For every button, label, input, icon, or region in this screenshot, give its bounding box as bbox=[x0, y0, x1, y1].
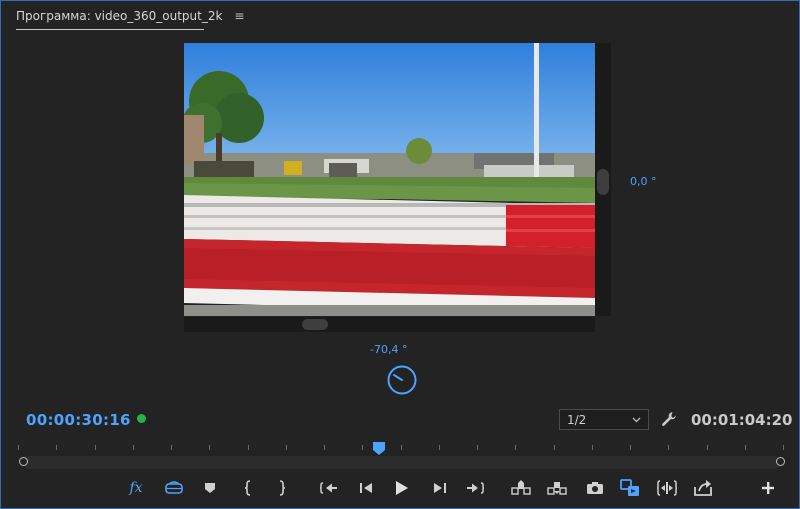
export-button[interactable] bbox=[692, 478, 714, 498]
vr-headset-icon bbox=[165, 481, 183, 494]
mark-in-button[interactable] bbox=[237, 478, 259, 498]
ruler-tick bbox=[439, 445, 440, 450]
vertical-pan-scrollbar[interactable] bbox=[595, 43, 611, 316]
fx-icon: fx bbox=[129, 480, 143, 496]
go-to-out-button[interactable] bbox=[464, 478, 486, 498]
go-to-out-icon bbox=[467, 482, 484, 494]
share-icon bbox=[694, 480, 712, 496]
marker-icon bbox=[205, 483, 215, 493]
play-icon bbox=[396, 481, 408, 495]
lift-button[interactable] bbox=[510, 478, 532, 498]
zoom-scrollbar[interactable] bbox=[23, 456, 780, 469]
vr-video-toggle-button[interactable] bbox=[163, 478, 185, 498]
ruler-tick bbox=[515, 445, 516, 450]
ruler-tick bbox=[133, 445, 134, 450]
step-back-button[interactable] bbox=[355, 478, 377, 498]
plus-icon bbox=[762, 482, 774, 494]
wrench-icon[interactable] bbox=[661, 411, 677, 427]
horizontal-pan-handle[interactable] bbox=[302, 319, 328, 330]
time-ruler[interactable] bbox=[18, 442, 784, 450]
horizontal-pan-scrollbar[interactable] bbox=[184, 317, 595, 332]
ruler-tick bbox=[630, 445, 631, 450]
ruler-tick bbox=[324, 445, 325, 450]
playback-resolution-select[interactable]: 1/2 bbox=[559, 409, 649, 430]
ruler-tick bbox=[401, 445, 402, 450]
video-image bbox=[184, 43, 595, 316]
horizontal-angle-readout[interactable]: 0,0 ° bbox=[630, 175, 657, 188]
active-tab-underline bbox=[16, 29, 204, 30]
zoom-end-handle[interactable] bbox=[776, 457, 785, 466]
trim-icon bbox=[656, 480, 678, 496]
panel-header: Программа: video_360_output_2k ≡ bbox=[1, 1, 799, 31]
panel-menu-icon[interactable]: ≡ bbox=[234, 9, 244, 23]
mark-out-button[interactable] bbox=[271, 478, 293, 498]
playhead-marker[interactable] bbox=[373, 441, 385, 455]
vertical-pan-handle[interactable] bbox=[597, 169, 609, 195]
ruler-tick bbox=[171, 445, 172, 450]
ruler-tick bbox=[745, 445, 746, 450]
ruler-tick bbox=[18, 445, 19, 450]
play-button[interactable] bbox=[391, 478, 413, 498]
ruler-tick bbox=[56, 445, 57, 450]
extract-button[interactable] bbox=[546, 478, 568, 498]
ruler-tick bbox=[554, 445, 555, 450]
fx-button[interactable]: fx bbox=[125, 478, 147, 498]
ruler-tick bbox=[362, 445, 363, 450]
zoom-start-handle[interactable] bbox=[19, 457, 28, 466]
ruler-tick bbox=[783, 445, 784, 450]
playback-resolution-value: 1/2 bbox=[567, 412, 587, 427]
trim-button[interactable] bbox=[656, 478, 678, 498]
mark-out-icon bbox=[279, 480, 286, 496]
export-frame-button[interactable] bbox=[584, 478, 606, 498]
add-marker-button[interactable] bbox=[199, 478, 221, 498]
add-button[interactable] bbox=[757, 478, 779, 498]
chevron-down-icon bbox=[632, 417, 641, 422]
current-timecode[interactable]: 00:00:30:16 bbox=[26, 411, 131, 429]
ruler-tick bbox=[95, 445, 96, 450]
ruler-tick bbox=[248, 445, 249, 450]
step-forward-icon bbox=[434, 483, 446, 493]
ruler-tick bbox=[209, 445, 210, 450]
video-frame[interactable] bbox=[184, 43, 595, 316]
ruler-tick bbox=[286, 445, 287, 450]
step-forward-button[interactable] bbox=[429, 478, 451, 498]
vertical-angle-readout[interactable]: -70,4 ° bbox=[370, 343, 407, 356]
step-back-icon bbox=[360, 483, 372, 493]
program-monitor-panel: Программа: video_360_output_2k ≡ 0,0 ° -… bbox=[0, 0, 800, 509]
ruler-tick bbox=[668, 445, 669, 450]
status-indicator bbox=[137, 414, 146, 423]
ruler-tick bbox=[707, 445, 708, 450]
toggle-multicam-button[interactable] bbox=[619, 478, 641, 498]
duration-timecode: 00:01:04:20 bbox=[691, 411, 793, 429]
rotation-dial-icon[interactable] bbox=[386, 364, 418, 396]
mark-in-icon bbox=[244, 480, 251, 496]
lift-icon bbox=[511, 480, 531, 495]
panel-title[interactable]: Программа: video_360_output_2k bbox=[16, 9, 222, 23]
extract-icon bbox=[547, 482, 567, 495]
camera-icon bbox=[587, 482, 603, 494]
ruler-tick bbox=[477, 445, 478, 450]
multicam-icon bbox=[620, 479, 639, 496]
go-to-in-button[interactable] bbox=[318, 478, 340, 498]
go-to-in-icon bbox=[320, 482, 337, 494]
ruler-tick bbox=[592, 445, 593, 450]
